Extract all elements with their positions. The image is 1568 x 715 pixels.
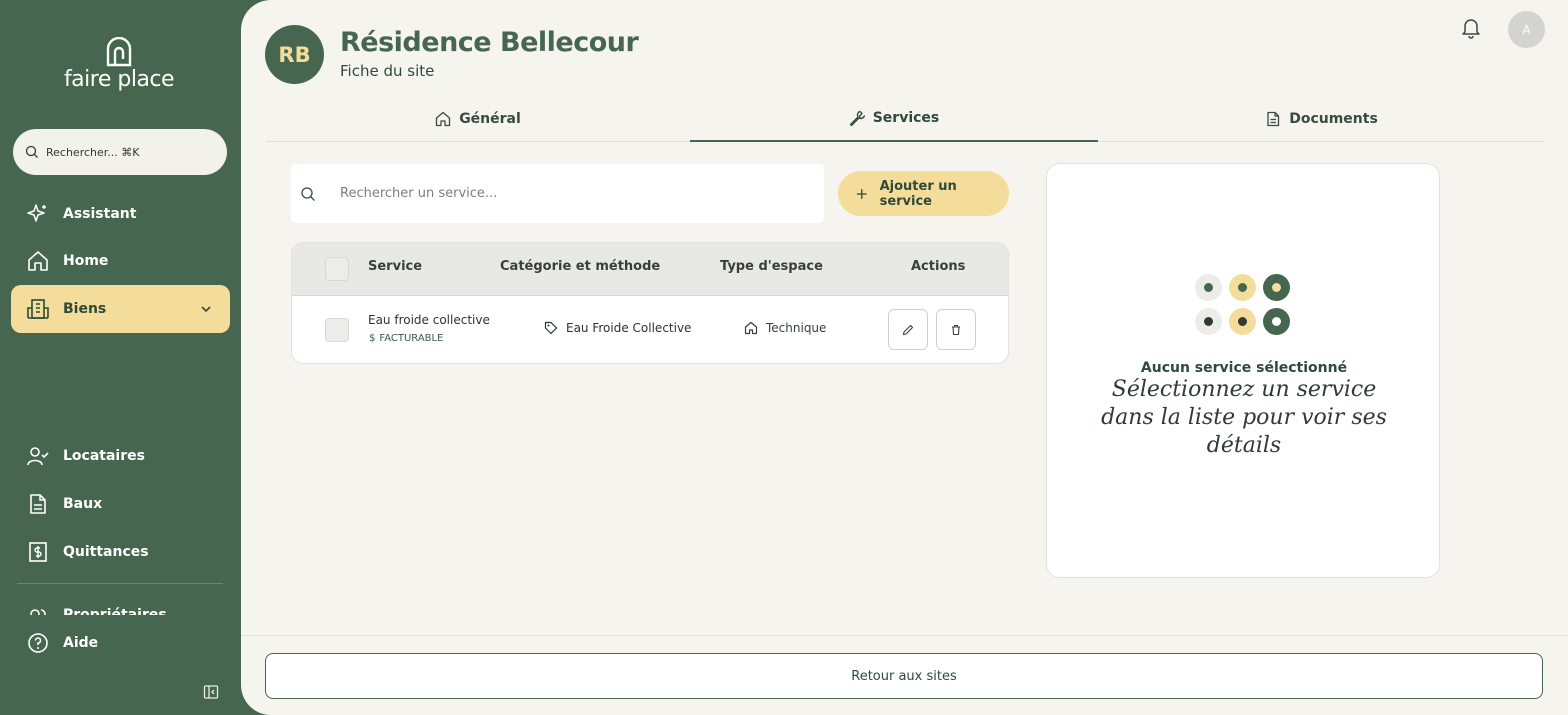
add-service-label: Ajouter un service	[879, 178, 957, 209]
edit-service-button[interactable]	[888, 309, 928, 350]
nav-item-home[interactable]: Home	[11, 237, 230, 285]
global-search-label: Rechercher... ⌘K	[46, 145, 140, 159]
page-subtitle: Fiche du site	[340, 62, 435, 80]
nav-item-baux[interactable]: Baux	[11, 480, 230, 528]
wrench-icon	[849, 110, 865, 126]
document-icon	[1267, 111, 1280, 127]
column-header-service[interactable]: Service	[368, 259, 422, 274]
chevron-down-icon[interactable]	[199, 302, 213, 316]
home-icon	[28, 251, 48, 271]
home-icon	[744, 321, 758, 335]
sidebar-collapse-icon[interactable]	[203, 684, 219, 700]
tag-icon	[544, 321, 558, 335]
bell-icon[interactable]	[1461, 17, 1481, 39]
nav-item-aide[interactable]: Aide	[11, 619, 230, 667]
user-avatar[interactable]: A	[1508, 11, 1545, 48]
space-type: Technique	[744, 321, 826, 335]
tab-label-general: Général	[459, 111, 521, 127]
service-search-field[interactable]: Rechercher un service...	[291, 164, 824, 223]
tab-bar: Général Services Documents	[266, 96, 1545, 142]
brand-logo[interactable]: faire place	[63, 37, 175, 97]
nav-label-assistant: Assistant	[63, 206, 137, 222]
delete-service-button[interactable]	[936, 309, 976, 350]
search-icon	[25, 145, 38, 158]
receipt-icon	[29, 542, 47, 562]
house-logo-icon	[106, 37, 132, 67]
row-checkbox[interactable]	[325, 318, 349, 342]
back-to-sites-button[interactable]: Retour aux sites	[265, 653, 1543, 699]
home-icon	[436, 111, 451, 127]
service-search-input[interactable]: Rechercher un service...	[340, 186, 497, 201]
empty-state-title: Aucun service sélectionné	[1140, 360, 1348, 376]
sparkle-icon	[27, 204, 46, 222]
nav-label-proprietaires: Propriétaires	[63, 607, 167, 615]
tab-documents[interactable]: Documents	[1098, 96, 1545, 142]
nav-item-assistant[interactable]: Assistant	[11, 190, 230, 238]
document-icon	[30, 494, 46, 514]
global-search[interactable]: Rechercher... ⌘K	[13, 129, 227, 175]
page-title: Résidence Bellecour	[340, 27, 639, 58]
page-footer: Retour aux sites	[241, 635, 1568, 715]
services-table: Service Catégorie et méthode Type d'espa…	[291, 242, 1009, 364]
column-header-actions: Actions	[911, 259, 966, 274]
trash-icon	[952, 324, 960, 335]
search-icon	[301, 186, 315, 201]
category-label: Eau Froide Collective	[566, 321, 692, 335]
service-name: Eau froide collective	[368, 313, 490, 327]
space-type-label: Technique	[766, 321, 827, 335]
service-detail-panel: Aucun service sélectionné Sélectionnez u…	[1046, 163, 1440, 578]
building-icon	[27, 299, 49, 319]
column-header-space-type[interactable]: Type d'espace	[720, 259, 823, 274]
plus-icon	[856, 188, 867, 199]
nav-label-home: Home	[63, 253, 109, 269]
nav-item-proprietaires[interactable]: Propriétaires	[27, 600, 217, 615]
tab-label-documents: Documents	[1289, 111, 1378, 127]
tab-services[interactable]: Services	[690, 96, 1098, 142]
brand-name: faire place	[63, 67, 175, 92]
nav-label-baux: Baux	[63, 496, 103, 512]
empty-state-subtitle: Sélectionnez un service dans la liste po…	[1101, 377, 1387, 458]
user-check-icon	[27, 447, 49, 466]
pencil-icon	[902, 324, 914, 335]
nav-label-aide: Aide	[63, 635, 99, 651]
dollar-icon: $	[369, 333, 376, 344]
nav-item-biens[interactable]: Biens	[11, 285, 230, 333]
tab-general[interactable]: Général	[266, 96, 690, 142]
nav-label-quittances: Quittances	[63, 544, 149, 560]
main-panel: RB Résidence Bellecour Fiche du site A G…	[241, 0, 1568, 715]
sidebar-divider	[17, 583, 223, 584]
table-header: Service Catégorie et méthode Type d'espa…	[292, 243, 1008, 296]
column-header-category[interactable]: Catégorie et méthode	[500, 259, 660, 274]
empty-state-illustration	[1195, 274, 1293, 336]
billing-label: FACTURABLE	[379, 333, 444, 344]
help-icon	[28, 633, 48, 653]
nav-label-locataires: Locataires	[63, 448, 145, 464]
select-all-checkbox[interactable]	[325, 257, 349, 281]
users-icon	[30, 609, 46, 615]
sidebar: faire place Rechercher... ⌘K Assistant H…	[0, 0, 241, 715]
add-service-button[interactable]: Ajouter un service	[838, 171, 1009, 216]
service-category: Eau Froide Collective	[544, 321, 691, 335]
billing-badge: $ FACTURABLE	[369, 333, 443, 344]
site-avatar: RB	[265, 25, 324, 84]
tab-label-services: Services	[872, 110, 940, 126]
nav-label-biens: Biens	[63, 301, 107, 317]
nav-item-locataires[interactable]: Locataires	[11, 432, 230, 480]
nav-item-quittances[interactable]: Quittances	[11, 528, 230, 576]
